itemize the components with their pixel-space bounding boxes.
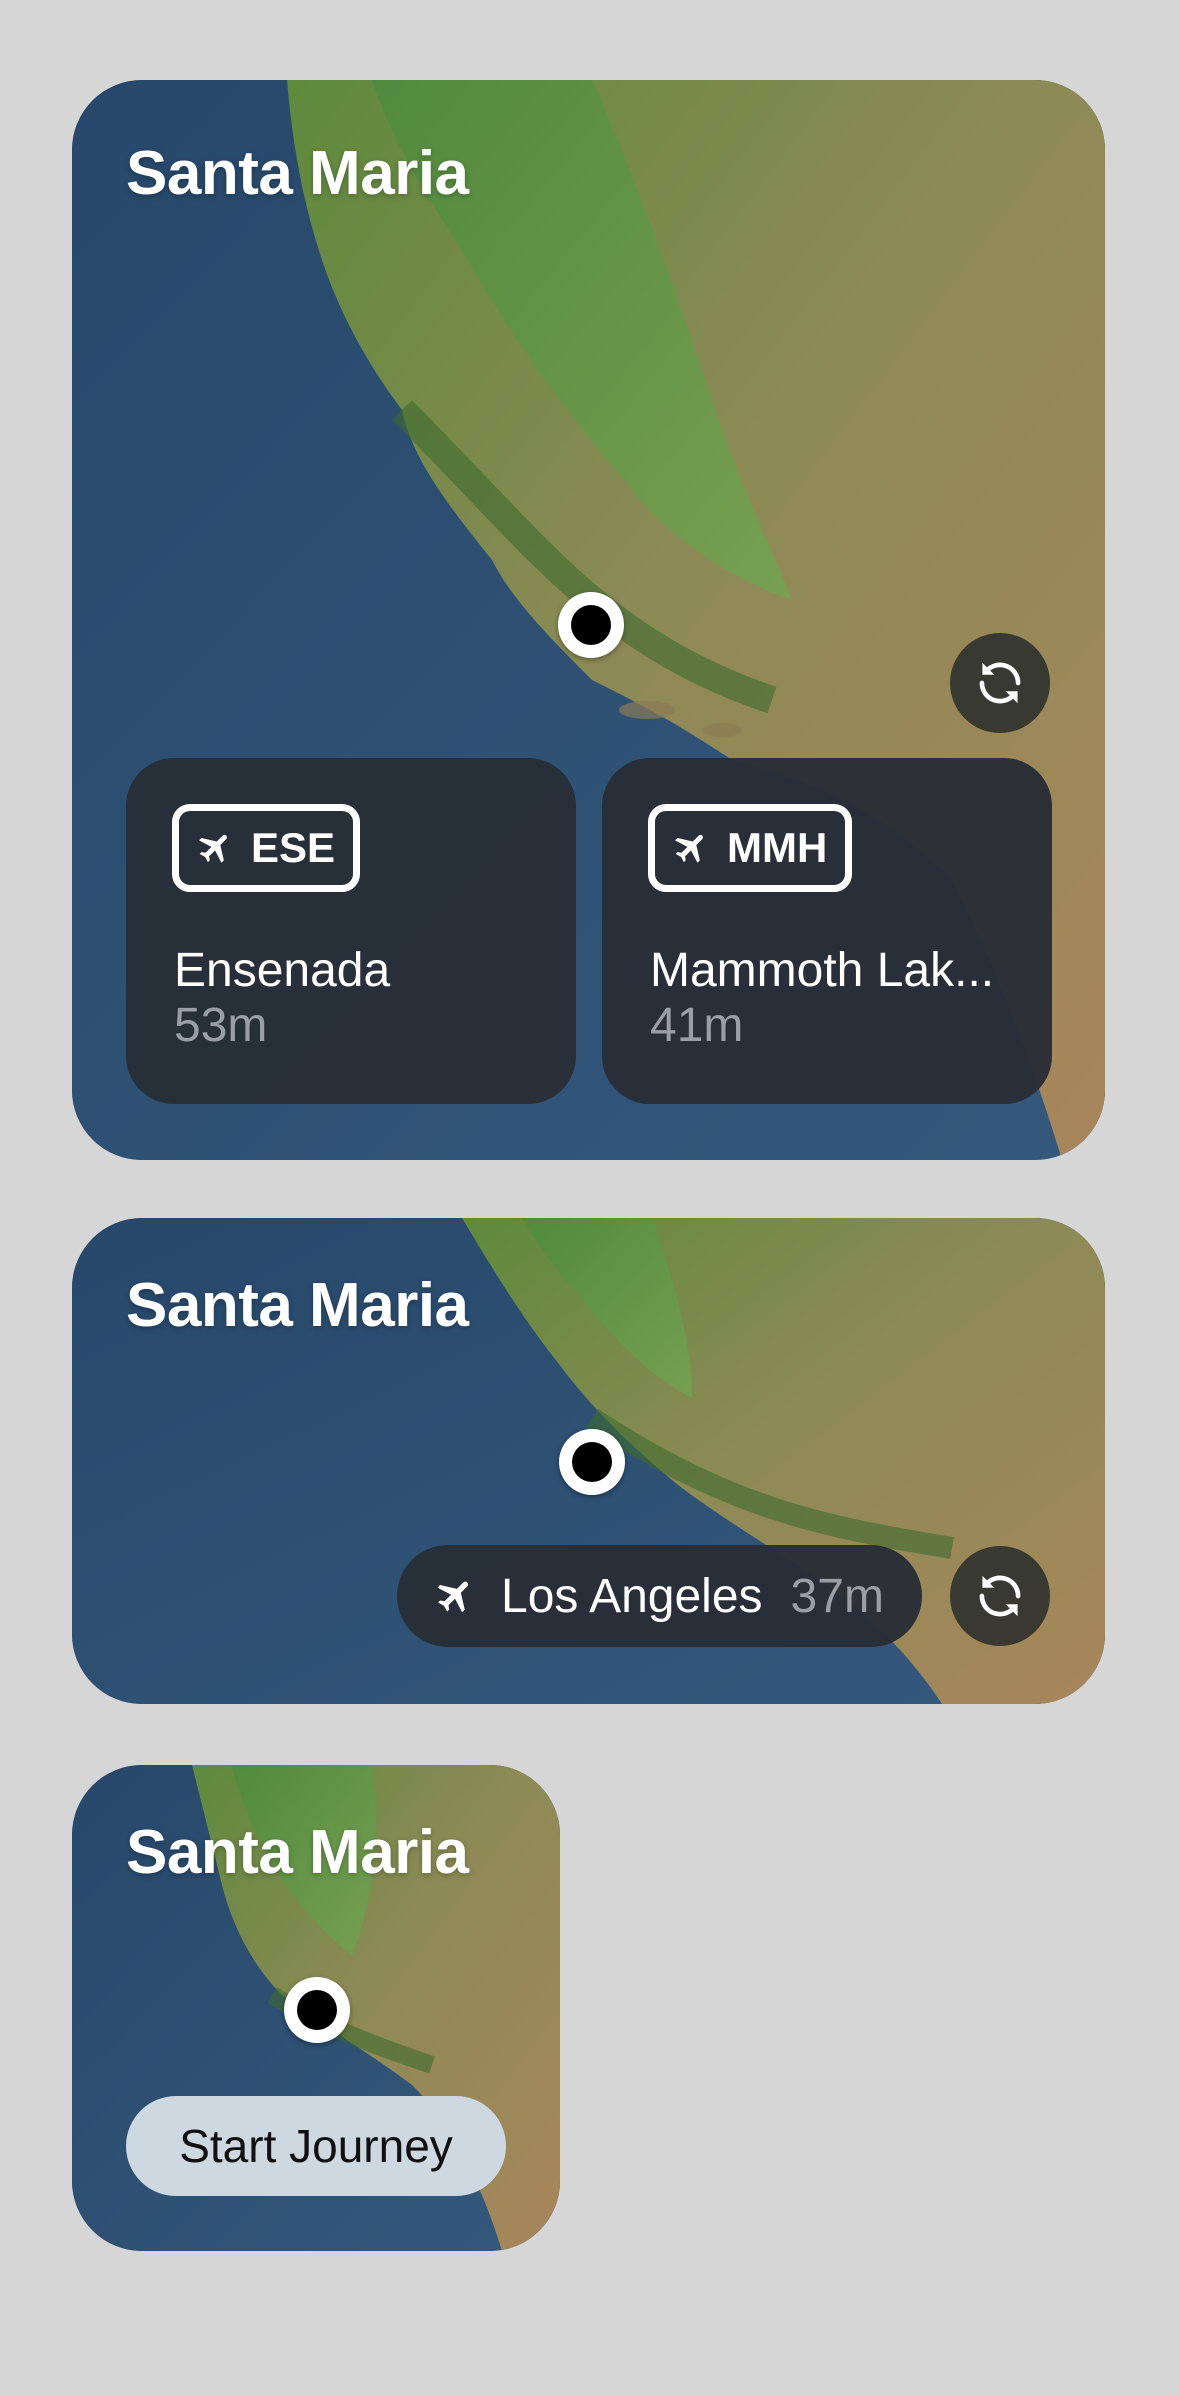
- current-location-pin: [558, 592, 624, 658]
- airport-code-badge: MMH: [648, 804, 853, 892]
- airport-code: MMH: [727, 824, 828, 871]
- city-name: Santa Maria: [126, 139, 469, 208]
- refresh-icon: [969, 1565, 1031, 1627]
- refresh-button[interactable]: [950, 1546, 1050, 1646]
- travel-time: 41m: [650, 999, 744, 1052]
- destination-name: Ensenada: [174, 944, 391, 997]
- refresh-icon: [969, 652, 1031, 714]
- start-journey-button[interactable]: Start Journey: [126, 2096, 506, 2196]
- airplane-icon: [195, 828, 235, 868]
- city-name: Santa Maria: [126, 1818, 469, 1887]
- travel-time: 37m: [790, 1569, 884, 1623]
- large-map-widget[interactable]: Santa Maria ESE Ensenada 53m MMH Mammoth…: [72, 80, 1105, 1160]
- destination-card-mmh[interactable]: MMH Mammoth Lak... 41m: [602, 758, 1052, 1104]
- destination-name: Mammoth Lak...: [650, 944, 995, 997]
- destination-name: Los Angeles: [501, 1569, 763, 1623]
- airplane-icon: [433, 1574, 477, 1618]
- medium-map-widget[interactable]: Santa Maria Los Angeles 37m: [72, 1218, 1105, 1704]
- current-location-pin: [559, 1429, 625, 1495]
- destination-card-ese[interactable]: ESE Ensenada 53m: [126, 758, 576, 1104]
- airport-code-badge: ESE: [172, 804, 361, 892]
- current-location-pin: [284, 1977, 350, 2043]
- small-map-widget[interactable]: Santa Maria Start Journey: [72, 1765, 560, 2251]
- destination-pill[interactable]: Los Angeles 37m: [397, 1545, 922, 1647]
- airport-code: ESE: [251, 824, 336, 871]
- refresh-button[interactable]: [950, 633, 1050, 733]
- travel-time: 53m: [174, 999, 268, 1052]
- city-name: Santa Maria: [126, 1271, 469, 1340]
- airplane-icon: [671, 828, 711, 868]
